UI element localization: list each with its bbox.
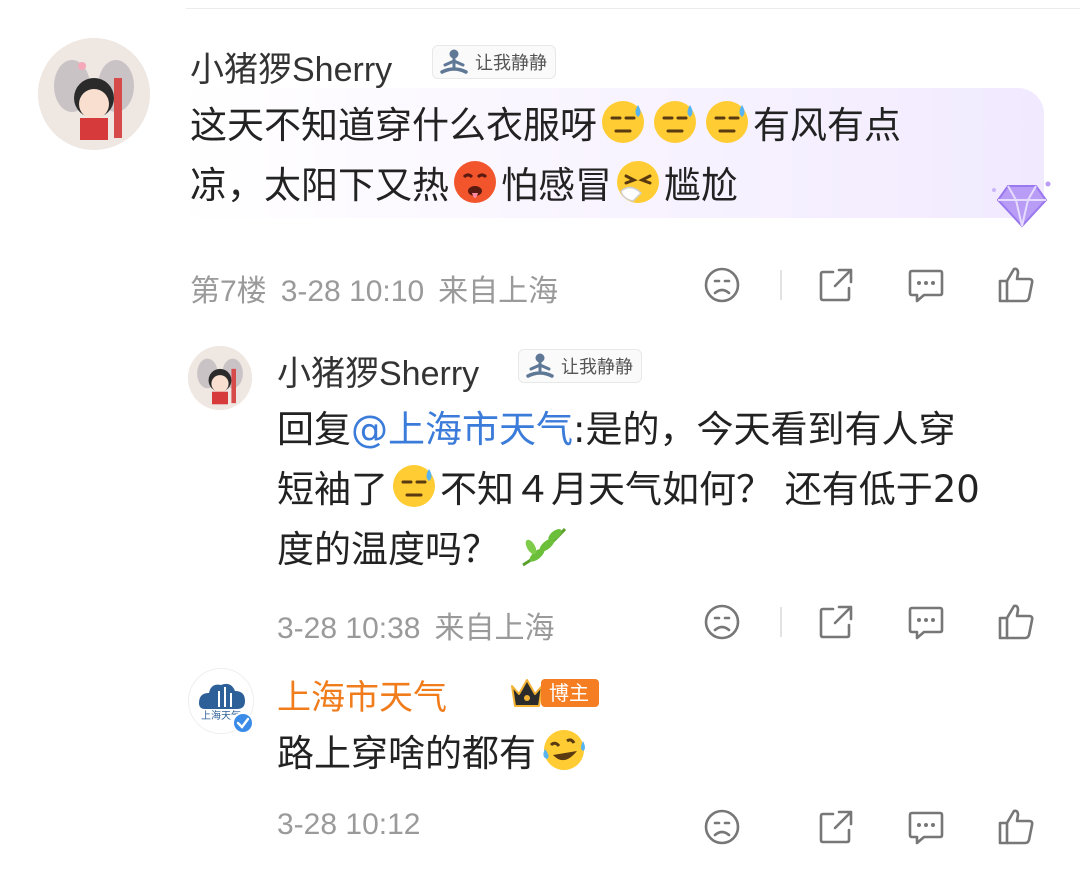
share-button[interactable]: [816, 807, 856, 847]
top-divider: [186, 8, 1080, 9]
leaf-emoji: [522, 527, 567, 567]
gem-icon: [992, 181, 1051, 228]
dislike-button[interactable]: [702, 602, 742, 642]
sneeze-emoji: [617, 161, 659, 203]
share-icon: [819, 605, 853, 639]
reply-actions: [702, 807, 1036, 847]
reply-icon: [908, 269, 944, 303]
like-icon: [998, 267, 1034, 303]
divider: [780, 607, 782, 637]
meditation-icon: [526, 353, 554, 378]
share-button[interactable]: [816, 265, 856, 305]
like-icon: [998, 809, 1034, 845]
dislike-face-icon: [704, 604, 740, 640]
meditation-icon: [440, 49, 468, 74]
dislike-button[interactable]: [702, 807, 742, 847]
avatar[interactable]: [38, 38, 150, 150]
verified-icon: [232, 712, 254, 734]
like-button[interactable]: [996, 807, 1036, 847]
comment-meta: 第7楼 3-28 10:10 来自上海: [190, 266, 558, 310]
reply-button[interactable]: [906, 265, 946, 305]
timestamp: 3-28 10:10: [280, 275, 425, 308]
like-icon: [998, 604, 1034, 640]
laugh-cry-emoji: [543, 730, 585, 770]
share-button[interactable]: [816, 602, 856, 642]
hot-face-emoji: [454, 161, 496, 203]
tag-label: 让我静静: [561, 357, 633, 378]
sweat-emoji: [654, 101, 696, 143]
comment-actions: [702, 265, 1036, 305]
mention-link[interactable]: @上海市天气: [351, 408, 573, 451]
avatar[interactable]: [188, 346, 252, 410]
reply-icon: [908, 606, 944, 640]
floor-label: 第7楼: [190, 275, 267, 308]
username[interactable]: 小猪猡Sherry: [277, 346, 479, 395]
reply-button[interactable]: [906, 602, 946, 642]
reply-meta: 3-28 10:38 来自上海: [277, 603, 554, 647]
sweat-emoji: [706, 101, 748, 143]
share-icon: [819, 810, 853, 844]
comment-text: 这天不知道穿什么衣服呀 有风有点 凉，太阳下又热 怕感冒 尴尬: [190, 96, 901, 216]
location: 来自上海: [434, 612, 555, 645]
crown-icon: [511, 679, 543, 707]
reply-button[interactable]: [906, 807, 946, 847]
dislike-face-icon: [704, 809, 740, 845]
like-button[interactable]: [996, 602, 1036, 642]
blogger-badge: 博主: [509, 676, 599, 710]
username[interactable]: 上海市天气: [277, 670, 447, 719]
user-tag: 让我静静: [518, 349, 642, 383]
timestamp: 3-28 10:38: [277, 612, 421, 645]
dislike-face-icon: [704, 267, 740, 303]
divider: [780, 812, 782, 842]
user-tag: 让我静静: [432, 45, 556, 79]
reply-meta: 3-28 10:12: [277, 808, 420, 842]
sweat-emoji: [393, 465, 435, 507]
timestamp: 3-28 10:12: [277, 808, 421, 841]
blogger-label: 博主: [541, 679, 599, 707]
dislike-button[interactable]: [702, 265, 742, 305]
reply-text: 回复@上海市天气:是的，今天看到有人穿 短袖了 不知４月天气如何？ 还有低于20 …: [277, 408, 980, 571]
location: 来自上海: [438, 275, 559, 308]
share-icon: [819, 268, 853, 302]
tag-label: 让我静静: [475, 53, 547, 74]
like-button[interactable]: [996, 265, 1036, 305]
divider: [780, 270, 782, 300]
username[interactable]: 小猪猡Sherry: [190, 42, 392, 91]
reply-icon: [908, 811, 944, 845]
reply-actions: [702, 602, 1036, 642]
sweat-emoji: [602, 101, 644, 143]
reply-text: 路上穿啥的都有: [277, 724, 592, 784]
